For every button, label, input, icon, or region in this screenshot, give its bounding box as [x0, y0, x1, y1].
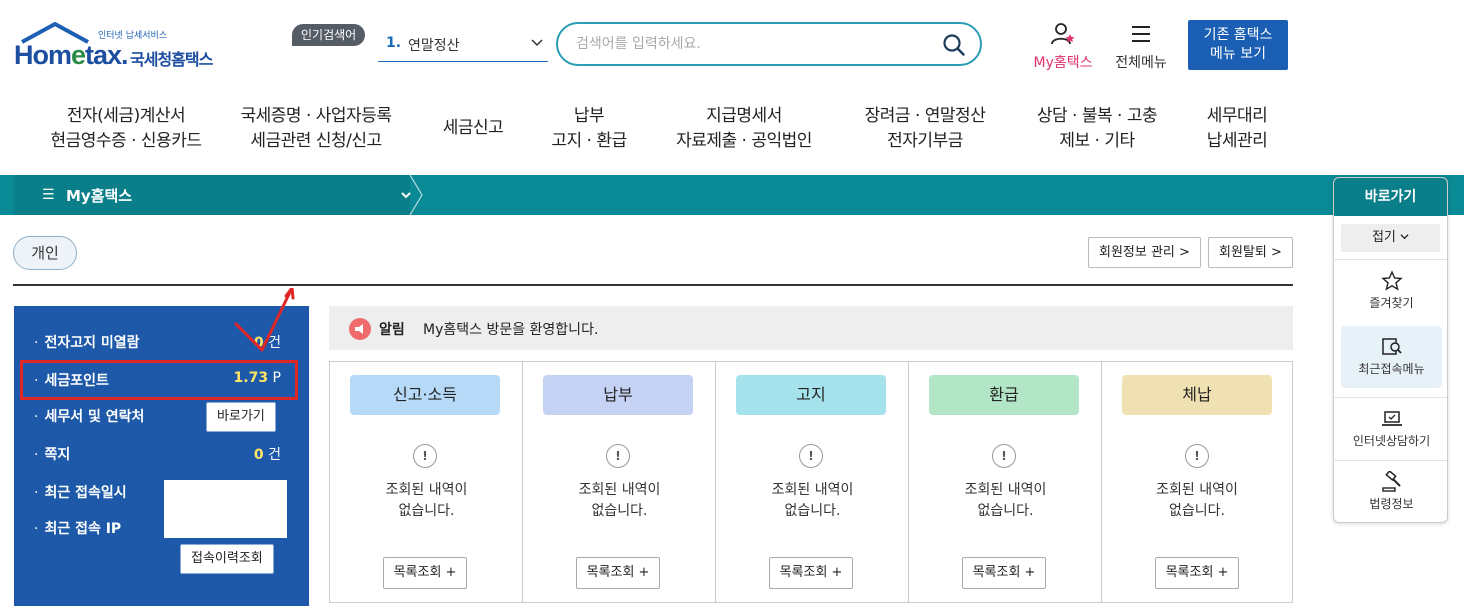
chevron-down-icon	[531, 39, 543, 47]
all-menu-button[interactable]: 전체메뉴	[1108, 22, 1174, 72]
star-icon	[1380, 270, 1403, 291]
card-refund: 환급 ! 조회된 내역이 없습니다. 목록조회 +	[909, 362, 1102, 602]
myhometax-link[interactable]: My홈택스	[1026, 22, 1100, 72]
last-ip-label: · 최근 접속 IP	[34, 521, 122, 537]
card-list-button[interactable]: 목록조회 +	[962, 557, 1046, 589]
info-exclamation-icon: !	[606, 444, 630, 468]
info-exclamation-icon: !	[992, 444, 1016, 468]
check-mark-annotation-icon	[234, 288, 295, 352]
user-star-icon	[1051, 23, 1075, 45]
unread-notice-label: · 전자고지 미열람	[34, 335, 140, 351]
last-login-label: · 최근 접속일시	[34, 485, 127, 501]
location-dropdown[interactable]: ☰ My홈택스	[14, 175, 411, 215]
summary-cards: 신고·소득 ! 조회된 내역이 없습니다. 목록조회 + 납부 ! 조회된 내역…	[329, 361, 1293, 603]
card-title[interactable]: 체납	[1122, 375, 1272, 415]
document-search-icon	[1381, 338, 1402, 355]
all-menu-label: 전체메뉴	[1115, 55, 1167, 71]
card-notice: 고지 ! 조회된 내역이 없습니다. 목록조회 +	[716, 362, 909, 602]
megaphone-icon	[349, 318, 371, 340]
global-navigation: 전자(세금)계산서 현금영수증 · 신용카드 국세증명 · 사업자등록 세금관련 신…	[0, 104, 1330, 160]
gavel-icon	[1381, 471, 1401, 492]
tax-office-label: · 세무서 및 연락처	[34, 409, 145, 425]
card-title[interactable]: 고지	[736, 375, 886, 415]
tax-points-highlight	[20, 360, 298, 400]
card-list-button[interactable]: 목록조회 +	[769, 557, 853, 589]
popular-search-tag: 인기검색어	[292, 24, 366, 46]
card-empty-message: 조회된 내역이 없습니다.	[1156, 482, 1238, 519]
card-empty-message: 조회된 내역이 없습니다.	[385, 482, 468, 519]
login-history-button[interactable]: 접속이력조회	[180, 544, 274, 574]
memo-count[interactable]: 0 건	[254, 444, 281, 464]
breadcrumb-separator-icon	[409, 175, 423, 215]
notice-text: My홈택스 방문을 환영합니다.	[423, 322, 599, 338]
notice-bar: 알림 My홈택스 방문을 환영합니다.	[329, 306, 1293, 350]
popular-search-select[interactable]: 1. 연말정산	[378, 28, 548, 62]
info-exclamation-icon: !	[799, 444, 823, 468]
card-empty-message: 조회된 내역이 없습니다.	[964, 482, 1047, 519]
card-filing-income: 신고·소득 ! 조회된 내역이 없습니다. 목록조회 +	[330, 362, 523, 602]
gnb-item-incentives[interactable]: 장려금 · 연말정산 전자기부금	[850, 104, 1000, 154]
laptop-icon	[1381, 411, 1402, 426]
card-empty-message: 조회된 내역이 없습니다.	[578, 482, 661, 519]
myhometax-label: My홈택스	[1033, 55, 1093, 71]
quick-item-online-consult[interactable]: 인터넷상담하기	[1334, 397, 1447, 459]
tax-office-goto-button[interactable]: 바로가기	[206, 402, 276, 432]
notice-tag: 알림	[379, 322, 405, 338]
info-exclamation-icon: !	[1185, 444, 1209, 468]
withdraw-button[interactable]: 회원탈퇴 >	[1208, 237, 1293, 268]
gnb-item-payment[interactable]: 납부 고지 · 환급	[534, 104, 644, 154]
quick-item-favorites[interactable]: 즐겨찾기	[1334, 259, 1447, 321]
quick-menu-fold-button[interactable]: 접기	[1341, 224, 1440, 252]
old-hometax-menu-button[interactable]: 기존 홈택스 메뉴 보기	[1188, 20, 1288, 70]
card-list-button[interactable]: 목록조회 +	[1155, 557, 1239, 589]
logo-korean-name: 국세청홈택스	[130, 50, 213, 69]
quick-menu-title: 바로가기	[1334, 178, 1447, 216]
quick-item-recent-menu[interactable]: 최근접속메뉴	[1341, 326, 1442, 388]
chevron-down-icon	[1400, 234, 1409, 240]
card-title[interactable]: 환급	[929, 375, 1079, 415]
card-list-button[interactable]: 목록조회 +	[576, 557, 660, 589]
search-icon[interactable]	[942, 33, 966, 57]
quick-item-law-info[interactable]: 법령정보	[1334, 460, 1447, 522]
card-payment: 납부 ! 조회된 내역이 없습니다. 목록조회 +	[523, 362, 716, 602]
hamburger-small-icon: ☰	[42, 187, 55, 203]
card-arrears: 체납 ! 조회된 내역이 없습니다. 목록조회 +	[1102, 362, 1292, 602]
search-box	[556, 22, 982, 66]
location-title: My홈택스	[66, 187, 133, 205]
gnb-item-certificates[interactable]: 국세증명 · 사업자등록 세금관련 신청/신고	[226, 104, 406, 154]
popular-search-keyword: 연말정산	[408, 38, 460, 54]
hamburger-menu-icon	[1132, 26, 1150, 42]
quick-menu: 바로가기 접기 즐겨찾기 최근접속메뉴 인터넷상담하기 법령정보	[1333, 177, 1448, 523]
section-divider	[13, 284, 1293, 286]
search-input[interactable]	[576, 34, 926, 54]
card-empty-message: 조회된 내역이 없습니다.	[771, 482, 854, 519]
popular-search-rank: 1.	[386, 35, 402, 51]
logo-wordmark: Hometax.	[14, 40, 129, 70]
card-list-button[interactable]: 목록조회 +	[383, 557, 467, 589]
card-title[interactable]: 납부	[543, 375, 693, 415]
member-info-button[interactable]: 회원정보 관리 >	[1088, 237, 1201, 268]
card-title[interactable]: 신고·소득	[350, 375, 500, 415]
memo-label: · 쪽지	[34, 447, 71, 463]
hometax-logo[interactable]: 인터넷 납세서비스 Hometax. 국세청홈택스	[14, 22, 234, 74]
location-bar: ☰ My홈택스	[0, 175, 1464, 215]
gnb-item-tax-filing[interactable]: 세금신고	[428, 116, 518, 141]
login-info-redacted	[164, 480, 287, 538]
gnb-item-tax-agent[interactable]: 세무대리 납세관리	[1190, 104, 1284, 154]
gnb-item-consultation[interactable]: 상담 · 불복 · 고충 제보 · 기타	[1022, 104, 1172, 154]
gnb-item-e-invoice[interactable]: 전자(세금)계산서 현금영수증 · 신용카드	[46, 104, 206, 154]
gnb-item-payment-statement[interactable]: 지급명세서 자료제출 · 공익법인	[664, 104, 824, 154]
info-exclamation-icon: !	[413, 444, 437, 468]
tab-personal[interactable]: 개인	[13, 236, 77, 270]
